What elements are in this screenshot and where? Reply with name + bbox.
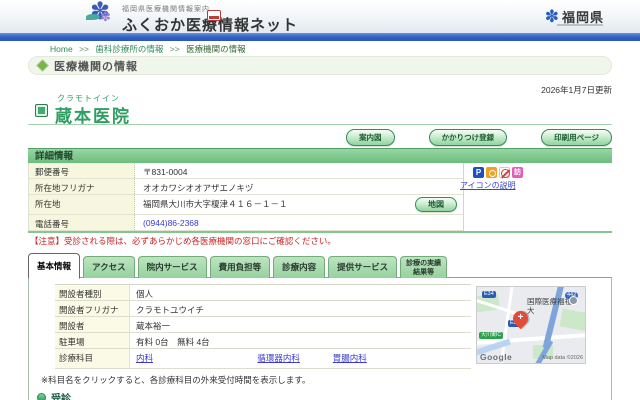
tab-provided-services[interactable]: 提供サービス	[328, 256, 398, 278]
diamond-icon	[37, 60, 48, 71]
updated-date: 2026年1月7日更新	[541, 85, 612, 95]
row-label: 郵便番号	[29, 163, 135, 178]
departments-footnote: ※科目名をクリックすると、各診療科目の外来受付時間を表示します。	[41, 375, 311, 385]
clinic-marker-icon	[35, 104, 48, 117]
table-row: 開設者 蔵本裕一	[55, 317, 471, 333]
header-mini-icon	[207, 10, 221, 21]
action-buttons: 案内図 かかりつけ登録 印刷用ページ	[346, 129, 612, 146]
guide-map-button[interactable]: 案内図	[346, 129, 395, 146]
route-badge: E34	[482, 291, 496, 298]
phone-number-link[interactable]: (0944)86-2368	[135, 215, 463, 230]
amenity-icon	[486, 167, 497, 178]
tab-content-panel: 開設者種別 個人 開設者フリガナ クラモトユウイチ 開設者 蔵本裕一 駐車場 有…	[28, 277, 612, 400]
map-thumbnail[interactable]: E34 E34 442 大川東IC + 国際医療福祉大 Google Map d…	[476, 286, 586, 364]
tab-basic-info[interactable]: 基本情報	[28, 253, 81, 279]
page: ✽ ✽ 福岡県医療機関情報案内 ふくおか医療情報ネット ✽ 福岡県 Home >>…	[0, 0, 640, 400]
breadcrumb: Home >> 歯科診療所の情報 >> 医療機関の情報	[50, 43, 246, 55]
interchange-badge: 大川東IC	[479, 332, 504, 339]
blue-divider-bar	[0, 33, 640, 41]
map-station-icon	[569, 296, 578, 305]
row-label: 所在地	[29, 195, 135, 214]
amenity-icons: P 訪	[473, 167, 523, 178]
departments-cell: 内科 循環器内科 胃腸内科	[130, 349, 471, 368]
details-section-header: 詳細情報	[28, 148, 612, 163]
site-header: ✽ ✽ 福岡県医療機関情報案内 ふくおか医療情報ネット ✽ 福岡県	[0, 0, 640, 35]
row-label: 開設者種別	[55, 285, 130, 300]
breadcrumb-current: 医療機関の情報	[186, 44, 246, 54]
row-label: 診療科目	[55, 349, 130, 368]
parking-icon: P	[473, 167, 484, 178]
row-label: 開設者フリガナ	[55, 301, 130, 316]
address-furigana-value: オオカワシオオアザエノキヅ	[135, 179, 463, 194]
details-table: 郵便番号 〒831-0004 所在地フリガナ オオカワシオオアザエノキヅ 所在地…	[28, 163, 464, 231]
founder-type-value: 個人	[136, 289, 154, 299]
tab-bar: 基本情報 アクセス 院内サービス 費用負担等 診療内容 提供サービス 診療の実績…	[28, 252, 448, 279]
table-row: 駐車場 有料 0台 無料 4台	[55, 333, 471, 349]
founder-value: 蔵本裕一	[136, 321, 171, 331]
row-label: 駐車場	[55, 333, 130, 348]
table-row: 電話番号 (0944)86-2368	[29, 215, 463, 231]
tab-in-hospital-services[interactable]: 院内サービス	[137, 256, 207, 278]
basic-info-table: 開設者種別 個人 開設者フリガナ クラモトユウイチ 開設者 蔵本裕一 駐車場 有…	[55, 284, 471, 369]
map-place-label: 国際医療福祉大	[527, 297, 572, 315]
next-section-heading: 受診	[37, 390, 71, 400]
breadcrumb-separator: >>	[79, 44, 89, 54]
kakaritsuke-register-button[interactable]: かかりつけ登録	[428, 129, 508, 146]
tab-access[interactable]: アクセス	[83, 256, 135, 278]
no-smoking-icon	[499, 167, 510, 178]
table-row: 郵便番号 〒831-0004	[29, 163, 463, 179]
address-value: 福岡県大川市大字榎津４１６－１－１	[135, 195, 463, 214]
map-attribution: Map data ©2026	[542, 355, 583, 361]
page-title: 医療機関の情報	[54, 60, 138, 73]
department-link-gastroenterology[interactable]: 胃腸内科	[333, 352, 367, 364]
print-page-button[interactable]: 印刷用ページ	[541, 129, 612, 146]
page-title-bar: 医療機関の情報	[28, 56, 612, 75]
founder-furigana-value: クラモトユウイチ	[136, 305, 205, 315]
tab-results[interactable]: 診療の実績 結果等	[400, 256, 448, 278]
postal-code-value: 〒831-0004	[135, 163, 463, 178]
table-row: 所在地フリガナ オオカワシオオアザエノキヅ	[29, 179, 463, 195]
row-label: 開設者	[55, 317, 130, 332]
department-link-internal-medicine[interactable]: 内科	[136, 352, 255, 364]
row-label: 所在地フリガナ	[29, 179, 135, 194]
breadcrumb-home[interactable]: Home	[50, 44, 73, 54]
divider	[28, 231, 612, 233]
table-row: 所在地 福岡県大川市大字榎津４１６－１－１ 地図	[29, 195, 463, 215]
notice-text: 【注意】受診される際は、必ずあらかじめ各医療機関の窓口にご確認ください。	[30, 236, 336, 246]
section-bullet-icon	[37, 393, 46, 400]
site-logo[interactable]: ✽ ✽ 福岡県医療機関情報案内 ふくおか医療情報ネット	[86, 0, 298, 35]
flower-logo-icon: ✽ ✽	[86, 0, 118, 31]
breadcrumb-dental-info[interactable]: 歯科診療所の情報	[95, 44, 163, 54]
tab-costs[interactable]: 費用負担等	[209, 256, 271, 278]
tab-medical-content[interactable]: 診療内容	[273, 256, 326, 278]
table-row: 診療科目 内科 循環器内科 胃腸内科	[55, 349, 471, 369]
table-row: 開設者フリガナ クラモトユウイチ	[55, 301, 471, 317]
icons-legend-link[interactable]: アイコンの説明	[460, 180, 516, 191]
department-link-cardiology[interactable]: 循環器内科	[257, 352, 330, 364]
breadcrumb-separator: >>	[169, 44, 180, 54]
google-logo: Google	[480, 352, 513, 362]
row-label: 電話番号	[29, 215, 135, 230]
pref-logo-subtext	[557, 24, 603, 26]
table-row: 開設者種別 個人	[55, 285, 471, 301]
parking-value: 有料 0台 無料 4台	[136, 337, 210, 347]
map-button[interactable]: 地図	[415, 197, 457, 212]
pref-flower-icon: ✽	[544, 7, 559, 26]
divider	[28, 124, 612, 125]
home-visit-icon: 訪	[512, 167, 523, 178]
next-section-label: 受診	[51, 394, 71, 400]
